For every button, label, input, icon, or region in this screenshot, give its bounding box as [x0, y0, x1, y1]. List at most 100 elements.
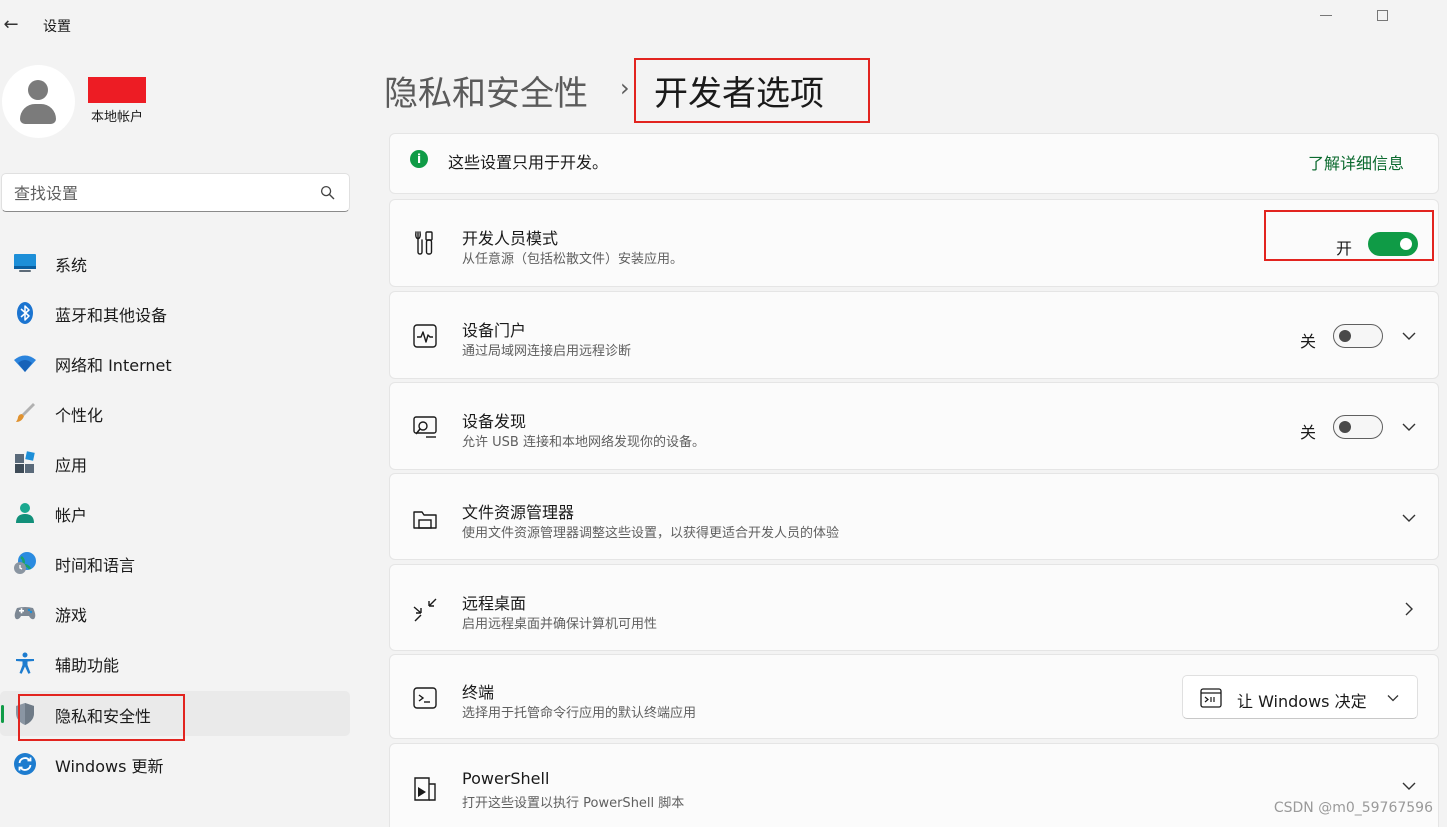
toggle-state-label: 开	[1336, 239, 1353, 258]
toggle-state-label: 关	[1300, 423, 1317, 442]
minimize-button[interactable]	[1306, 4, 1346, 26]
back-arrow-icon: ←	[3, 14, 19, 35]
sidebar-item-accounts[interactable]: 帐户	[0, 490, 350, 535]
search-box[interactable]	[1, 173, 350, 212]
setting-title: 文件资源管理器	[462, 503, 575, 522]
developer-tools-icon	[415, 231, 433, 255]
search-icon[interactable]	[320, 185, 335, 200]
sidebar-item-label: 蓝牙和其他设备	[55, 306, 168, 325]
device-portal-icon	[413, 324, 437, 348]
setting-developer-mode: 开发人员模式 从任意源（包括松散文件）安装应用。 开	[389, 199, 1439, 287]
setting-title: 远程桌面	[462, 594, 527, 613]
wifi-icon	[14, 355, 36, 372]
accessibility-icon	[16, 652, 34, 674]
globe-clock-icon	[14, 552, 36, 574]
sidebar-item-time-language[interactable]: 时间和语言	[0, 540, 350, 585]
setting-title: 设备发现	[462, 412, 527, 431]
avatar[interactable]	[2, 65, 75, 138]
setting-description: 启用远程桌面并确保计算机可用性	[462, 617, 658, 632]
setting-description: 从任意源（包括松散文件）安装应用。	[462, 252, 684, 267]
sidebar-item-label: 游戏	[55, 606, 88, 625]
sidebar-item-label: 帐户	[55, 506, 88, 525]
maximize-button[interactable]	[1362, 4, 1402, 26]
console-window-icon	[1200, 688, 1222, 708]
maximize-icon	[1376, 9, 1388, 21]
sidebar-item-network[interactable]: 网络和 Internet	[0, 340, 350, 385]
setting-terminal: 终端 选择用于托管命令行应用的默认终端应用 让 Windows 决定	[389, 654, 1439, 739]
info-text: 这些设置只用于开发。	[448, 153, 609, 172]
setting-title: PowerShell	[462, 769, 550, 788]
minimize-icon	[1320, 14, 1332, 16]
powershell-icon	[414, 777, 436, 801]
brush-icon	[16, 403, 35, 422]
setting-description: 选择用于托管命令行应用的默认终端应用	[462, 706, 697, 721]
avatar-body	[20, 104, 56, 124]
active-indicator	[1, 705, 4, 723]
chevron-down-icon	[1387, 695, 1399, 702]
system-icon	[14, 254, 36, 272]
sidebar-item-system[interactable]: 系统	[0, 240, 350, 285]
sidebar-item-label: 辅助功能	[55, 656, 120, 675]
sidebar-item-label: 隐私和安全性	[55, 707, 152, 726]
chevron-down-icon[interactable]	[1402, 511, 1416, 525]
redacted-username	[88, 77, 146, 103]
setting-description: 打开这些设置以执行 PowerShell 脚本	[462, 796, 685, 811]
folder-icon	[413, 511, 437, 529]
app-title: 设置	[43, 19, 71, 35]
chevron-down-icon[interactable]	[1402, 420, 1416, 434]
sidebar-item-apps[interactable]: 应用	[0, 440, 350, 485]
info-icon: i	[410, 150, 428, 168]
breadcrumb-separator: ›	[620, 74, 630, 102]
device-discovery-icon	[413, 416, 437, 438]
apps-icon	[15, 451, 35, 473]
device-discovery-toggle[interactable]	[1333, 415, 1383, 439]
sidebar-item-bluetooth[interactable]: 蓝牙和其他设备	[0, 290, 350, 335]
setting-description: 允许 USB 连接和本地网络发现你的设备。	[462, 435, 705, 450]
page-title: 开发者选项	[654, 74, 824, 114]
watermark: CSDN @m0_59767596	[1273, 800, 1433, 816]
chevron-right-icon[interactable]	[1402, 602, 1416, 616]
sidebar-item-privacy-security[interactable]: 隐私和安全性	[0, 691, 350, 736]
sidebar-item-label: 个性化	[55, 406, 104, 425]
shield-icon	[16, 703, 34, 725]
sidebar-item-windows-update[interactable]: Windows 更新	[0, 741, 350, 786]
setting-file-explorer[interactable]: 文件资源管理器 使用文件资源管理器调整这些设置，以获得更适合开发人员的体验	[389, 473, 1439, 560]
terminal-app-dropdown[interactable]: 让 Windows 决定	[1182, 675, 1418, 719]
setting-title: 终端	[462, 683, 495, 702]
sidebar-item-label: 应用	[55, 456, 88, 475]
sidebar-item-accessibility[interactable]: 辅助功能	[0, 640, 350, 685]
account-icon	[16, 503, 34, 523]
learn-more-link[interactable]: 了解详细信息	[1308, 150, 1404, 174]
back-button[interactable]: ←	[0, 12, 22, 38]
sidebar-item-label: 时间和语言	[55, 556, 136, 575]
toggle-state-label: 关	[1300, 332, 1317, 351]
chevron-down-icon[interactable]	[1402, 779, 1416, 793]
setting-device-discovery[interactable]: 设备发现 允许 USB 连接和本地网络发现你的设备。 关	[389, 382, 1439, 470]
setting-description: 通过局域网连接启用远程诊断	[462, 344, 632, 359]
sidebar-item-label: 系统	[55, 256, 88, 275]
sidebar-item-label: Windows 更新	[55, 757, 164, 776]
sidebar-item-label: 网络和 Internet	[55, 356, 172, 375]
remote-desktop-icon	[413, 598, 437, 622]
title-bar: ← 设置	[0, 0, 1447, 48]
setting-remote-desktop[interactable]: 远程桌面 启用远程桌面并确保计算机可用性	[389, 564, 1439, 651]
terminal-icon	[413, 687, 437, 709]
developer-mode-toggle[interactable]	[1368, 232, 1418, 256]
gamepad-icon	[14, 607, 36, 620]
sidebar-item-personalization[interactable]: 个性化	[0, 390, 350, 435]
sidebar-item-gaming[interactable]: 游戏	[0, 590, 350, 635]
avatar-head	[28, 80, 48, 100]
chevron-down-icon[interactable]	[1402, 329, 1416, 343]
account-type-label: 本地帐户	[91, 110, 144, 125]
update-icon	[14, 753, 36, 775]
setting-title: 设备门户	[462, 321, 527, 340]
bluetooth-icon	[17, 302, 33, 324]
setting-device-portal[interactable]: 设备门户 通过局域网连接启用远程诊断 关	[389, 291, 1439, 379]
search-input[interactable]	[14, 182, 304, 204]
info-banner: i 这些设置只用于开发。 了解详细信息	[389, 133, 1439, 194]
setting-title: 开发人员模式	[462, 229, 559, 248]
setting-description: 使用文件资源管理器调整这些设置，以获得更适合开发人员的体验	[462, 526, 840, 541]
device-portal-toggle[interactable]	[1333, 324, 1383, 348]
breadcrumb-parent[interactable]: 隐私和安全性	[384, 66, 588, 115]
dropdown-selected-value: 让 Windows 决定	[1237, 692, 1367, 711]
